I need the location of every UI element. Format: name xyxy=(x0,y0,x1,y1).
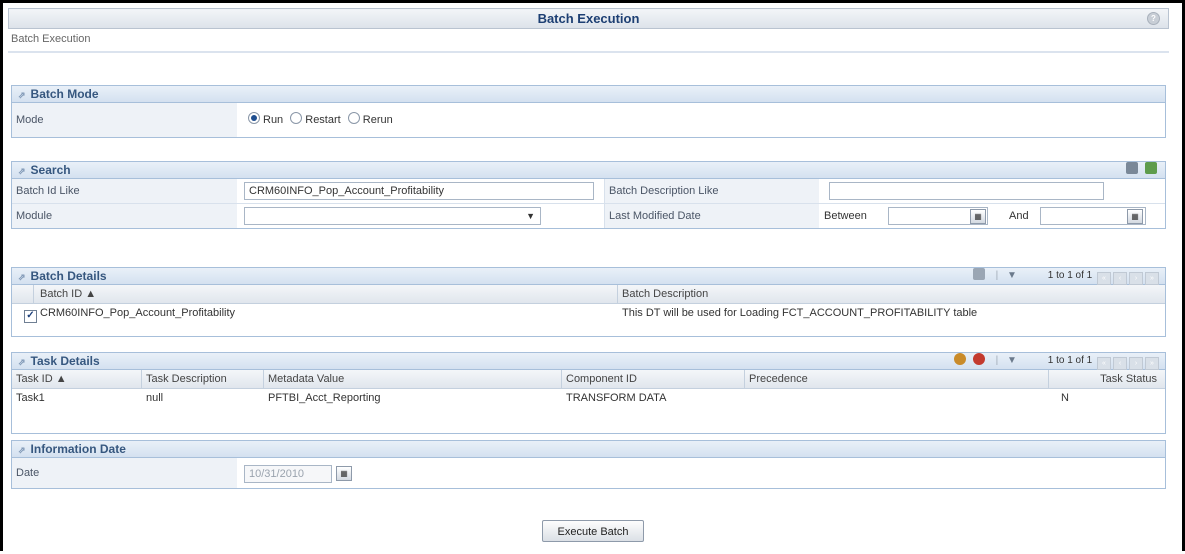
radio-run-icon[interactable] xyxy=(248,112,260,124)
batch-details-panel: ⇗ Batch Details | ▼ 1 to 1 of 1 «‹ ›» Batc… xyxy=(11,267,1166,337)
calendar-icon[interactable]: ▦ xyxy=(970,209,986,224)
collapse-icon[interactable]: ⇗ xyxy=(18,445,26,455)
collapse-icon[interactable]: ⇗ xyxy=(18,90,26,100)
task-description-cell: null xyxy=(146,392,164,404)
radio-restart-icon[interactable] xyxy=(290,112,303,124)
task-details-panel: ⇗ Task Details | ▼ 1 to 1 of 1 «‹ ›» Task … xyxy=(11,352,1166,434)
breadcrumb: Batch Execution xyxy=(11,33,91,45)
batch-grid-header: Batch ID ▲ Batch Description xyxy=(12,285,1165,304)
batch-desc-label: Batch Description Like xyxy=(604,179,819,203)
batch-mode-panel: ⇗ Batch Mode Mode Run Restart Rerun xyxy=(11,85,1166,138)
precedence-cell xyxy=(745,389,1049,408)
divider xyxy=(8,51,1169,53)
last-modified-label: Last Modified Date xyxy=(604,204,819,228)
next-page-icon[interactable]: › xyxy=(1129,357,1143,370)
page-title-bar: Batch Execution ? xyxy=(8,8,1169,29)
reset-icon[interactable] xyxy=(1145,162,1157,174)
batch-id-input[interactable] xyxy=(244,182,594,200)
next-page-icon[interactable]: › xyxy=(1129,272,1143,285)
column-batch-id[interactable]: Batch ID ▲ xyxy=(34,285,618,303)
calendar-icon[interactable]: ▦ xyxy=(336,466,352,481)
task-grid-header: Task ID ▲ Task Description Metadata Valu… xyxy=(12,370,1165,389)
column-batch-description[interactable]: Batch Description xyxy=(618,285,1165,303)
help-icon[interactable]: ? xyxy=(1147,12,1160,25)
separator: | xyxy=(995,355,999,366)
pagination-text: 1 to 1 of 1 xyxy=(1047,355,1093,366)
batch-mode-header[interactable]: ⇗ Batch Mode xyxy=(12,86,1165,103)
collapse-icon[interactable]: ⇗ xyxy=(18,166,26,176)
column-task-id[interactable]: Task ID ▲ xyxy=(12,370,142,388)
mode-options: Run Restart Rerun xyxy=(244,103,644,137)
radio-rerun-icon[interactable] xyxy=(347,112,360,124)
information-date-header[interactable]: ⇗ Information Date xyxy=(12,441,1165,458)
radio-rerun[interactable]: Rerun xyxy=(347,112,393,126)
between-label: Between xyxy=(824,210,867,222)
radio-restart[interactable]: Restart xyxy=(290,112,341,126)
filter-icon[interactable]: ▼ xyxy=(1007,355,1017,366)
column-component-id[interactable]: Component ID xyxy=(562,370,745,388)
information-date-panel: ⇗ Information Date Date ▦ xyxy=(11,440,1166,489)
last-page-icon[interactable]: » xyxy=(1145,272,1159,285)
mode-row: Mode Run Restart Rerun xyxy=(12,103,1165,137)
batch-id-label: Batch Id Like xyxy=(12,179,237,203)
module-label: Module xyxy=(12,204,237,228)
batch-description-cell: This DT will be used for Loading FCT_ACC… xyxy=(622,307,978,319)
select-column xyxy=(12,285,34,303)
main-window: Batch Execution ? Batch Execution ⇗ Batch… xyxy=(0,0,1185,551)
calendar-icon[interactable]: ▦ xyxy=(1127,209,1143,224)
date-label: Date xyxy=(12,458,237,488)
column-precedence[interactable]: Precedence xyxy=(745,370,1049,388)
view-icon[interactable] xyxy=(972,268,985,280)
task-status-cell: N xyxy=(1061,392,1069,404)
batch-details-tools: | ▼ 1 to 1 of 1 «‹ ›» xyxy=(971,268,1159,285)
collapse-icon[interactable]: ⇗ xyxy=(18,357,26,367)
radio-run[interactable]: Run xyxy=(248,112,283,126)
add-task-icon[interactable] xyxy=(954,353,967,365)
column-task-description[interactable]: Task Description xyxy=(142,370,264,388)
first-page-icon[interactable]: « xyxy=(1097,357,1111,370)
separator: | xyxy=(995,270,999,281)
search-row-2: Module Last Modified Date Between And xyxy=(12,204,1165,228)
task-details-header[interactable]: ⇗ Task Details | ▼ 1 to 1 of 1 «‹ ›» xyxy=(12,353,1165,370)
date-input[interactable] xyxy=(244,465,332,483)
column-task-status[interactable]: Task Status xyxy=(1049,370,1165,388)
date-row: Date xyxy=(12,458,1165,488)
search-title: Search xyxy=(30,163,71,177)
prev-page-icon[interactable]: ‹ xyxy=(1113,272,1127,285)
mode-label: Mode xyxy=(12,103,237,137)
metadata-value-cell: PFTBI_Acct_Reporting xyxy=(268,392,381,404)
column-metadata-value[interactable]: Metadata Value xyxy=(264,370,562,388)
batch-id-cell: CRM60INFO_Pop_Account_Profitability xyxy=(40,307,236,319)
task-id-cell: Task1 xyxy=(16,392,45,404)
search-panel: ⇗ Search Batch Id Like Batch Description … xyxy=(11,161,1166,229)
pagination-text: 1 to 1 of 1 xyxy=(1047,270,1093,281)
task-details-title: Task Details xyxy=(30,354,100,368)
execute-batch-button[interactable]: Execute Batch xyxy=(542,520,644,542)
table-row[interactable]: ✓ CRM60INFO_Pop_Account_Profitability Th… xyxy=(12,304,1165,323)
batch-mode-title: Batch Mode xyxy=(30,87,99,101)
search-header[interactable]: ⇗ Search xyxy=(12,162,1165,179)
information-date-title: Information Date xyxy=(30,442,126,456)
and-label: And xyxy=(1009,210,1029,222)
delete-task-icon[interactable] xyxy=(972,353,985,365)
collapse-icon[interactable]: ⇗ xyxy=(18,272,26,282)
batch-details-header[interactable]: ⇗ Batch Details | ▼ 1 to 1 of 1 «‹ ›» xyxy=(12,268,1165,285)
search-icon[interactable] xyxy=(1126,162,1139,174)
batch-details-title: Batch Details xyxy=(30,269,107,283)
search-tools xyxy=(1124,162,1159,178)
prev-page-icon[interactable]: ‹ xyxy=(1113,357,1127,370)
last-page-icon[interactable]: » xyxy=(1145,357,1159,370)
module-select[interactable]: ▼ xyxy=(244,207,541,225)
task-details-tools: | ▼ 1 to 1 of 1 «‹ ›» xyxy=(952,353,1159,370)
component-id-cell: TRANSFORM DATA xyxy=(566,392,667,404)
row-checkbox[interactable]: ✓ xyxy=(20,304,37,323)
first-page-icon[interactable]: « xyxy=(1097,272,1111,285)
batch-desc-input[interactable] xyxy=(829,182,1104,200)
table-row[interactable]: Task1 null PFTBI_Acct_Reporting TRANSFOR… xyxy=(12,389,1165,408)
chevron-down-icon[interactable]: ▼ xyxy=(526,208,535,224)
filter-icon[interactable]: ▼ xyxy=(1007,270,1017,281)
page-title: Batch Execution xyxy=(537,11,640,26)
